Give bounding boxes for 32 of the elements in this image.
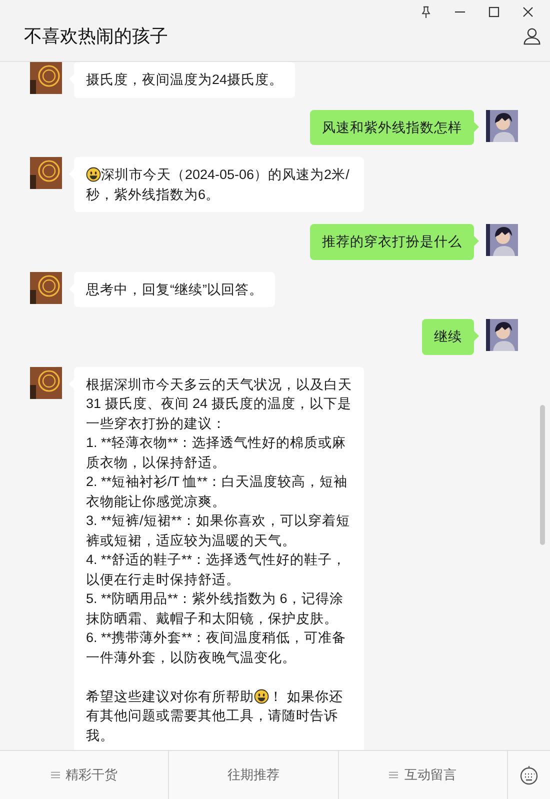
message-text: 4. **舒适的鞋子**：选择透气性好的鞋子，以便在行走时保持舒适。	[86, 551, 348, 588]
keyboard-icon	[518, 765, 539, 785]
message-text: 推荐的穿衣打扮是什么	[322, 233, 462, 251]
avatar[interactable]	[30, 157, 62, 189]
maximize-icon[interactable]	[488, 6, 500, 18]
avatar[interactable]	[486, 224, 518, 256]
avatar[interactable]	[30, 366, 62, 398]
avatar[interactable]	[486, 319, 518, 351]
pin-icon[interactable]	[420, 6, 432, 18]
message-text: 继续	[434, 328, 462, 346]
message-text: 1. **轻薄衣物**：选择透气性好的棉质或麻质衣物，以保持舒适。	[86, 434, 348, 472]
menu-icon	[50, 771, 60, 779]
person-icon[interactable]	[523, 27, 541, 45]
message-text: 5. **防晒用品**：紫外线指数为 6，记得涂抹防晒霜、戴帽子和太阳镜，保护皮肤。	[86, 590, 344, 628]
message-text: 3. **短裤/短裙**：如果你喜欢，可以穿着短裤或短裙，适应较为温暖的天气。	[86, 512, 351, 550]
message-text: 2. **短袖衬衫/T 恤**：白天温度较高，短袖衣物能让你感觉凉爽。	[86, 473, 349, 510]
avatar[interactable]	[30, 62, 62, 94]
menu-icon	[389, 771, 398, 779]
message-text: 摄氏度，夜间温度为24摄氏度。	[86, 71, 284, 89]
smiley-icon	[254, 688, 269, 704]
avatar[interactable]	[486, 110, 518, 142]
message-text: 思考中，回复“继续”以回答。	[86, 280, 263, 298]
message-text: 6. **携带薄外套**：夜间温度稍低，可准备一件薄外套，以防夜晚气温变化。	[86, 629, 348, 666]
message-text: 风速和紫外线指数怎样	[322, 118, 462, 136]
scrollbar[interactable]	[540, 405, 545, 545]
window-title: 不喜欢热闹的孩子	[24, 25, 168, 48]
close-icon[interactable]	[522, 6, 534, 18]
message-text: 深圳市今天（2024-05-06）的风速为2米/秒，紫外线指数为6。	[86, 166, 350, 204]
smiley-icon	[86, 167, 101, 182]
message-text: 根据深圳市今天多云的天气状况，以及白天 31 摄氏度、夜间 24 摄氏度的温度，以下是一些穿衣打扮的建议：	[86, 376, 352, 432]
avatar[interactable]	[30, 272, 62, 304]
message-text: 希望这些建议对你有所帮助 ！ 如果你还有其他问题或需要其他工具，请随时告诉我。	[86, 688, 344, 744]
